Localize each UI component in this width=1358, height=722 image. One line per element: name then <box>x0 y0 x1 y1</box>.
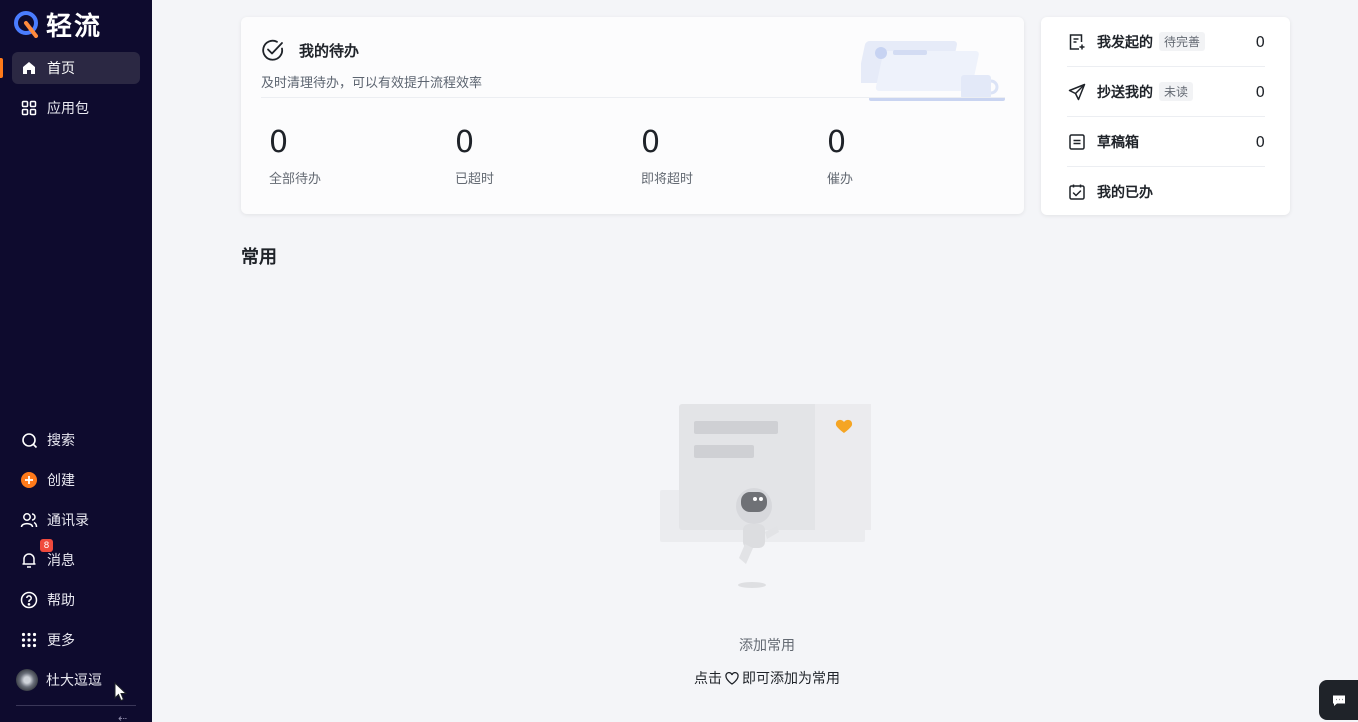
doc-add-icon <box>1067 32 1087 52</box>
heart-icon <box>725 671 739 689</box>
support-chat-button[interactable] <box>1319 680 1358 720</box>
empty-state-illustration <box>660 404 871 588</box>
row-label: 抄送我的 <box>1097 84 1153 101</box>
stat-label: 全部待办 <box>269 172 322 187</box>
sidebar-item-label: 帮助 <box>47 593 75 609</box>
quick-panel: 我发起的 待完善 0 抄送我的 未读 0 草稿箱 0 我的已办 <box>1041 17 1290 215</box>
hint-before: 点击 <box>694 671 722 687</box>
row-tag: 未读 <box>1159 82 1194 101</box>
sidebar-divider <box>16 705 136 706</box>
todo-illustration <box>861 41 1005 101</box>
grid-icon <box>20 99 38 117</box>
contacts-icon <box>20 511 38 529</box>
mouse-pointer-icon <box>114 682 128 702</box>
row-count: 0 <box>1255 82 1265 101</box>
row-count: 0 <box>1255 132 1265 151</box>
app-logo[interactable]: 轻流 <box>14 8 103 42</box>
active-indicator <box>0 58 3 78</box>
sidebar-item-home[interactable]: 首页 <box>12 52 140 84</box>
app-name: 轻流 <box>46 11 103 42</box>
stat-value: 0 <box>455 125 475 160</box>
sidebar-item-label: 通讯录 <box>47 513 89 529</box>
stat-overdue[interactable]: 0 已超时 <box>455 125 494 187</box>
draft-icon <box>1067 132 1087 152</box>
stat-due-soon[interactable]: 0 即将超时 <box>641 125 693 187</box>
stat-value: 0 <box>269 125 289 160</box>
stat-all-todos[interactable]: 0 全部待办 <box>269 125 321 187</box>
sidebar-item-create[interactable]: 创建 <box>12 464 140 496</box>
sidebar-item-contacts[interactable]: 通讯录 <box>12 504 140 536</box>
stat-label: 已超时 <box>455 172 495 187</box>
sidebar-item-app-packages[interactable]: 应用包 <box>12 92 140 124</box>
check-circle-icon <box>262 39 284 61</box>
stat-urged[interactable]: 0 催办 <box>827 125 853 187</box>
logo-icon <box>14 11 38 38</box>
search-icon <box>20 431 38 449</box>
row-drafts[interactable]: 草稿箱 0 <box>1067 117 1265 167</box>
sidebar-item-label: 创建 <box>47 473 75 489</box>
stat-label: 即将超时 <box>641 172 694 187</box>
plus-circle-icon <box>20 471 38 489</box>
todo-subtitle: 及时清理待办，可以有效提升流程效率 <box>261 76 483 91</box>
bell-icon <box>20 551 38 569</box>
send-icon <box>1067 82 1087 102</box>
sidebar-item-messages[interactable]: 8 消息 <box>12 539 140 576</box>
todo-title: 我的待办 <box>299 42 360 60</box>
calendar-check-icon <box>1067 182 1087 202</box>
chat-icon <box>1332 695 1345 706</box>
section-title-common: 常用 <box>241 247 277 268</box>
empty-state-title: 添加常用 <box>739 638 795 654</box>
collapse-icon[interactable]: ⇠ <box>118 712 127 722</box>
sidebar-item-label: 应用包 <box>47 101 89 117</box>
sidebar-item-label: 首页 <box>47 61 75 77</box>
home-icon <box>20 59 38 77</box>
row-label: 草稿箱 <box>1097 134 1139 151</box>
sidebar-item-search[interactable]: 搜索 <box>12 424 140 456</box>
stat-label: 催办 <box>827 172 854 187</box>
help-icon <box>20 591 38 609</box>
sidebar-item-help[interactable]: 帮助 <box>12 584 140 616</box>
sidebar-item-label: 搜索 <box>47 433 75 449</box>
unread-badge: 8 <box>40 539 53 552</box>
row-my-done[interactable]: 我的已办 <box>1067 167 1265 217</box>
row-tag: 待完善 <box>1159 32 1206 51</box>
row-cc-to-me[interactable]: 抄送我的 未读 0 <box>1067 67 1265 117</box>
row-label: 我发起的 <box>1097 34 1153 51</box>
stat-value: 0 <box>641 125 661 160</box>
hint-after: 即可添加为常用 <box>742 671 840 687</box>
row-count: 0 <box>1255 32 1265 51</box>
sidebar-item-label: 消息 <box>47 553 75 569</box>
todo-card: 我的待办 及时清理待办，可以有效提升流程效率 0 全部待办 0 已超时 0 即将… <box>241 17 1024 214</box>
stat-value: 0 <box>827 125 847 160</box>
row-initiated-by-me[interactable]: 我发起的 待完善 0 <box>1067 17 1265 67</box>
empty-state-hint: 点击 即可添加为常用 <box>0 668 1358 689</box>
row-label: 我的已办 <box>1097 185 1153 201</box>
todo-divider <box>261 97 1005 98</box>
sidebar: 轻流 首页 应用包 搜索 创建 通讯录 8 消息 帮助 更多 杜大逗逗 ⇠ <box>0 0 152 722</box>
